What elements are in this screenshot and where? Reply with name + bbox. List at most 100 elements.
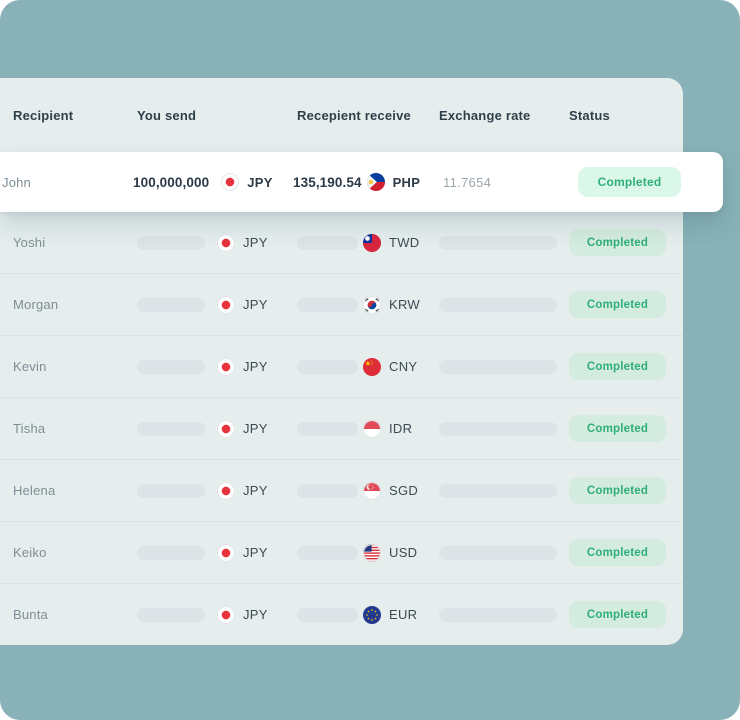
exchange-rate-cell [439,422,569,436]
send-amount-skeleton [137,546,205,560]
recipient-name: John [2,175,31,190]
exchange-rate-cell [439,298,569,312]
receive-amount: 135,190.54 [293,175,362,190]
exchange-rate-skeleton [439,236,557,250]
recepient-receive-cell: SGD [297,482,439,500]
japan-flag-icon [217,358,235,376]
status-badge: Completed [569,291,666,318]
send-currency-code: JPY [243,483,268,498]
exchange-rate-cell [439,546,569,560]
you-send-cell: JPY [137,544,297,562]
column-header-exchange-rate: Exchange rate [439,108,569,123]
status-cell: Completed [569,477,683,504]
table-row[interactable]: Bunta JPY EUR Completed [0,583,683,645]
column-header-recipient: Recipient [13,108,137,123]
taiwan-flag-icon [363,234,381,252]
send-currency-code: JPY [243,545,268,560]
column-header-you-send: You send [137,108,297,123]
table-row[interactable]: Keiko JPY USD Completed [0,521,683,583]
receive-amount-skeleton [297,236,358,250]
receive-currency-code: SGD [389,483,418,498]
you-send-cell: JPY [137,482,297,500]
japan-flag-icon [217,606,235,624]
column-header-status: Status [569,108,683,123]
indonesia-flag-icon [363,420,381,438]
japan-flag-icon [217,234,235,252]
you-send-cell: JPY [137,420,297,438]
recipient-cell: John [2,175,137,190]
exchange-rate-cell [439,236,569,250]
receive-amount-skeleton [297,298,358,312]
philippines-flag-icon [367,173,385,191]
recepient-receive-cell: 135,190.54 PHP [297,173,439,191]
status-cell: Completed [569,353,683,380]
column-header-recepient-receive: Recepient receive [297,108,439,123]
recepient-receive-cell: EUR [297,606,439,624]
table-row[interactable]: Kevin JPY CNY Completed [0,335,683,397]
exchange-rate-cell [439,360,569,374]
you-send-cell: JPY [137,234,297,252]
status-badge: Completed [569,353,666,380]
recepient-receive-cell: KRW [297,296,439,314]
you-send-cell: JPY [137,606,297,624]
status-cell: Completed [569,601,683,628]
recipient-name: Morgan [13,297,58,312]
status-badge: Completed [569,229,666,256]
status-cell: Completed [569,229,683,256]
japan-flag-icon [217,482,235,500]
receive-currency-code: USD [389,545,417,560]
exchange-rate-skeleton [439,484,557,498]
recipient-cell: Kevin [13,359,137,374]
table-row[interactable]: Tisha JPY IDR Completed [0,397,683,459]
recipient-cell: Bunta [13,607,137,622]
recepient-receive-cell: CNY [297,358,439,376]
table-row[interactable]: John 100,000,000 JPY 135,190.54 PHP 11.7… [0,152,723,212]
recipient-cell: Helena [13,483,137,498]
exchange-rate-skeleton [439,546,557,560]
exchange-rate-skeleton [439,422,557,436]
receive-amount-skeleton [297,608,358,622]
receive-currency-code: PHP [393,175,421,190]
singapore-flag-icon [363,482,381,500]
table-row[interactable]: Helena JPY SGD Completed [0,459,683,521]
send-currency-code: JPY [247,175,272,190]
send-amount-skeleton [137,422,205,436]
recipient-name: Helena [13,483,55,498]
status-badge: Completed [569,601,666,628]
send-currency-code: JPY [243,297,268,312]
recipient-name: Keiko [13,545,47,560]
status-badge: Completed [569,539,666,566]
table-header-row: Recipient You send Recepient receive Exc… [0,78,683,152]
table-body: John 100,000,000 JPY 135,190.54 PHP 11.7… [0,152,683,645]
you-send-cell: JPY [137,296,297,314]
exchange-rate-skeleton [439,360,557,374]
you-send-cell: 100,000,000 JPY [137,173,297,191]
exchange-rate-skeleton [439,298,557,312]
recipient-name: Tisha [13,421,45,436]
send-amount-skeleton [137,236,205,250]
exchange-rate-cell: 11.7654 [439,175,569,190]
recipient-name: Bunta [13,607,48,622]
app-background: Recipient You send Recepient receive Exc… [0,0,740,720]
receive-currency-code: IDR [389,421,412,436]
exchange-rate-skeleton [439,608,557,622]
exchange-rate-cell [439,484,569,498]
japan-flag-icon [217,420,235,438]
table-row[interactable]: Yoshi JPY TWD Completed [0,212,683,273]
status-badge: Completed [578,167,681,197]
receive-currency-code: CNY [389,359,417,374]
receive-amount-skeleton [297,422,358,436]
recepient-receive-cell: TWD [297,234,439,252]
status-badge: Completed [569,477,666,504]
usa-flag-icon [363,544,381,562]
japan-flag-icon [221,173,239,191]
exchange-rate-cell [439,608,569,622]
recipient-name: Yoshi [13,235,45,250]
table-row[interactable]: Morgan JPY KRW Completed [0,273,683,335]
transfers-card: Recipient You send Recepient receive Exc… [0,78,683,645]
japan-flag-icon [217,296,235,314]
japan-flag-icon [217,544,235,562]
status-badge: Completed [569,415,666,442]
china-flag-icon [363,358,381,376]
receive-amount-skeleton [297,360,358,374]
